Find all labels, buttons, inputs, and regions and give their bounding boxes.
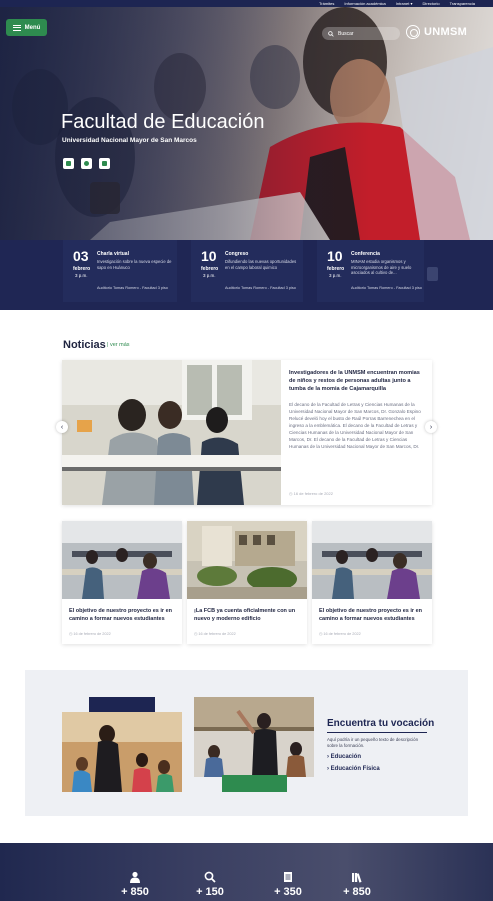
- event-card[interactable]: 10 febrero 3 p.m. Conferencia MINAM estu…: [317, 240, 424, 302]
- featured-news-body: El decano de la Facultad de Letras y Cie…: [289, 402, 421, 449]
- event-month: febrero: [73, 266, 91, 272]
- news-card-image: [62, 521, 182, 599]
- decorative-navy-block: [89, 697, 155, 712]
- vocation-photo-classroom: [62, 712, 182, 792]
- top-utility-bar: Trámites Información académica Intranet …: [0, 0, 493, 7]
- events-strip: 03 febrero 3 p.m. Charla virtual Investi…: [0, 240, 493, 310]
- menu-label: Menú: [24, 24, 41, 31]
- event-month: febrero: [201, 266, 219, 272]
- news-card-date: ◷ 16 de febrero de 2022: [194, 632, 236, 636]
- stat-item: + 850: [327, 843, 387, 901]
- facebook-icon[interactable]: [63, 158, 74, 169]
- chevron-right-icon: ›: [429, 423, 433, 431]
- news-card[interactable]: El objetivo de nuestro proyecto es ir en…: [312, 521, 432, 644]
- featured-news-headline: Investigadores de la UNMSM encuentran mo…: [289, 370, 420, 392]
- library-icon: [352, 873, 362, 883]
- carousel-prev-button[interactable]: ‹: [56, 421, 68, 433]
- unmsm-logo[interactable]: UNMSM: [406, 25, 467, 39]
- stat-item: + 150: [180, 843, 240, 901]
- event-description: Difundiendo las nuevas oportunidades en …: [225, 259, 297, 270]
- university-seal-icon: [406, 25, 420, 39]
- event-place: Auditorio Tomas Romero - Facultad 3 piso: [351, 286, 422, 290]
- news-card-title: El objetivo de nuestro proyecto es ir en…: [319, 608, 422, 622]
- news-card[interactable]: ¡La FCB ya cuenta oficialmente con un nu…: [187, 521, 307, 644]
- hero-banner: Menú Buscar UNMSM Facultad de Educación …: [0, 7, 493, 240]
- search-input[interactable]: Buscar: [322, 27, 400, 40]
- news-card-date: ◷ 16 de febrero de 2022: [69, 632, 111, 636]
- event-hour: 3 p.m.: [329, 273, 342, 278]
- stats-band: + 850 + 150 + 350 + 850: [0, 843, 493, 901]
- news-card-title: El objetivo de nuestro proyecto es ir en…: [69, 608, 172, 622]
- event-place: Auditorio Tomas Romero - Facultad 3 piso: [225, 286, 296, 290]
- featured-news-date: ◷ 16 de febrero de 2022: [289, 491, 333, 496]
- page-title: Facultad de Educación: [61, 111, 265, 133]
- youtube-icon[interactable]: [99, 158, 110, 169]
- search-icon: [204, 871, 216, 883]
- social-links: [63, 158, 110, 169]
- vocation-section: Encuentra tu vocación Aquí podría ir un …: [25, 670, 468, 816]
- stat-item: + 850: [105, 843, 165, 901]
- search-icon: [328, 30, 334, 37]
- menu-button[interactable]: Menú: [6, 19, 47, 36]
- event-title: Charla virtual: [97, 251, 129, 257]
- event-month: febrero: [327, 266, 345, 272]
- decorative-green-block: [222, 775, 287, 792]
- news-section-title: Noticias: [63, 339, 106, 351]
- topbar-link-tramites[interactable]: Trámites: [319, 0, 334, 7]
- news-card[interactable]: El objetivo de nuestro proyecto es ir en…: [62, 521, 182, 644]
- topbar-link-intranet[interactable]: Intranet ▾: [396, 0, 413, 7]
- event-day: 10: [327, 248, 343, 264]
- stat-value: + 150: [196, 886, 224, 898]
- event-title: Congreso: [225, 251, 249, 257]
- event-description: Investigación sobre la nueva especie de …: [97, 259, 172, 270]
- page-subtitle: Universidad Nacional Mayor de San Marcos: [62, 137, 197, 144]
- stat-value: + 850: [343, 886, 371, 898]
- event-hour: 3 p.m.: [203, 273, 216, 278]
- news-card-date: ◷ 16 de febrero de 2022: [319, 632, 361, 636]
- vocation-description: Aquí podría ir un pequeño texto de descr…: [327, 737, 419, 748]
- title-underline: [327, 732, 427, 733]
- event-day: 10: [201, 248, 217, 264]
- event-hour: 3 p.m.: [75, 273, 88, 278]
- events-next-button[interactable]: [427, 267, 438, 281]
- vocation-link-educacion-fisica[interactable]: › Educación Física: [327, 766, 380, 772]
- news-see-more-link[interactable]: | ver más: [107, 342, 130, 348]
- news-card-title: ¡La FCB ya cuenta oficialmente con un nu…: [194, 608, 296, 622]
- event-description: MINAM estudia organismos y microorganism…: [351, 259, 412, 275]
- user-icon: [130, 871, 140, 883]
- topbar-link-transparencia[interactable]: Transparencia: [450, 0, 475, 7]
- vocation-title: Encuentra tu vocación: [327, 718, 435, 729]
- news-card-image: [312, 521, 432, 599]
- vocation-photo-teacher: [194, 697, 314, 777]
- hamburger-icon: [12, 24, 21, 31]
- vocation-link-educacion[interactable]: › Educación: [327, 754, 361, 760]
- news-card-image: [187, 521, 307, 599]
- event-card[interactable]: 03 febrero 3 p.m. Charla virtual Investi…: [63, 240, 177, 302]
- topbar-link-info-academica[interactable]: Información académica: [344, 0, 385, 7]
- featured-news-card[interactable]: Investigadores de la UNMSM encuentran mo…: [62, 360, 432, 505]
- instagram-icon[interactable]: [81, 158, 92, 169]
- carousel-next-button[interactable]: ›: [425, 421, 437, 433]
- topbar-link-directorio[interactable]: Directorio: [422, 0, 439, 7]
- featured-news-image: [62, 360, 281, 505]
- event-title: Conferencia: [351, 251, 380, 257]
- event-place: Auditorio Tomas Romero - Facultad 3 piso: [97, 286, 168, 290]
- logo-text: UNMSM: [424, 26, 468, 38]
- search-placeholder: Buscar: [338, 30, 354, 37]
- event-day: 03: [73, 248, 89, 264]
- stat-value: + 850: [121, 886, 149, 898]
- stat-value: + 350: [274, 886, 302, 898]
- chevron-left-icon: ‹: [60, 423, 64, 431]
- document-icon: [284, 872, 292, 882]
- stat-item: + 350: [258, 843, 318, 901]
- event-card[interactable]: 10 febrero 3 p.m. Congreso Difundiendo l…: [191, 240, 303, 302]
